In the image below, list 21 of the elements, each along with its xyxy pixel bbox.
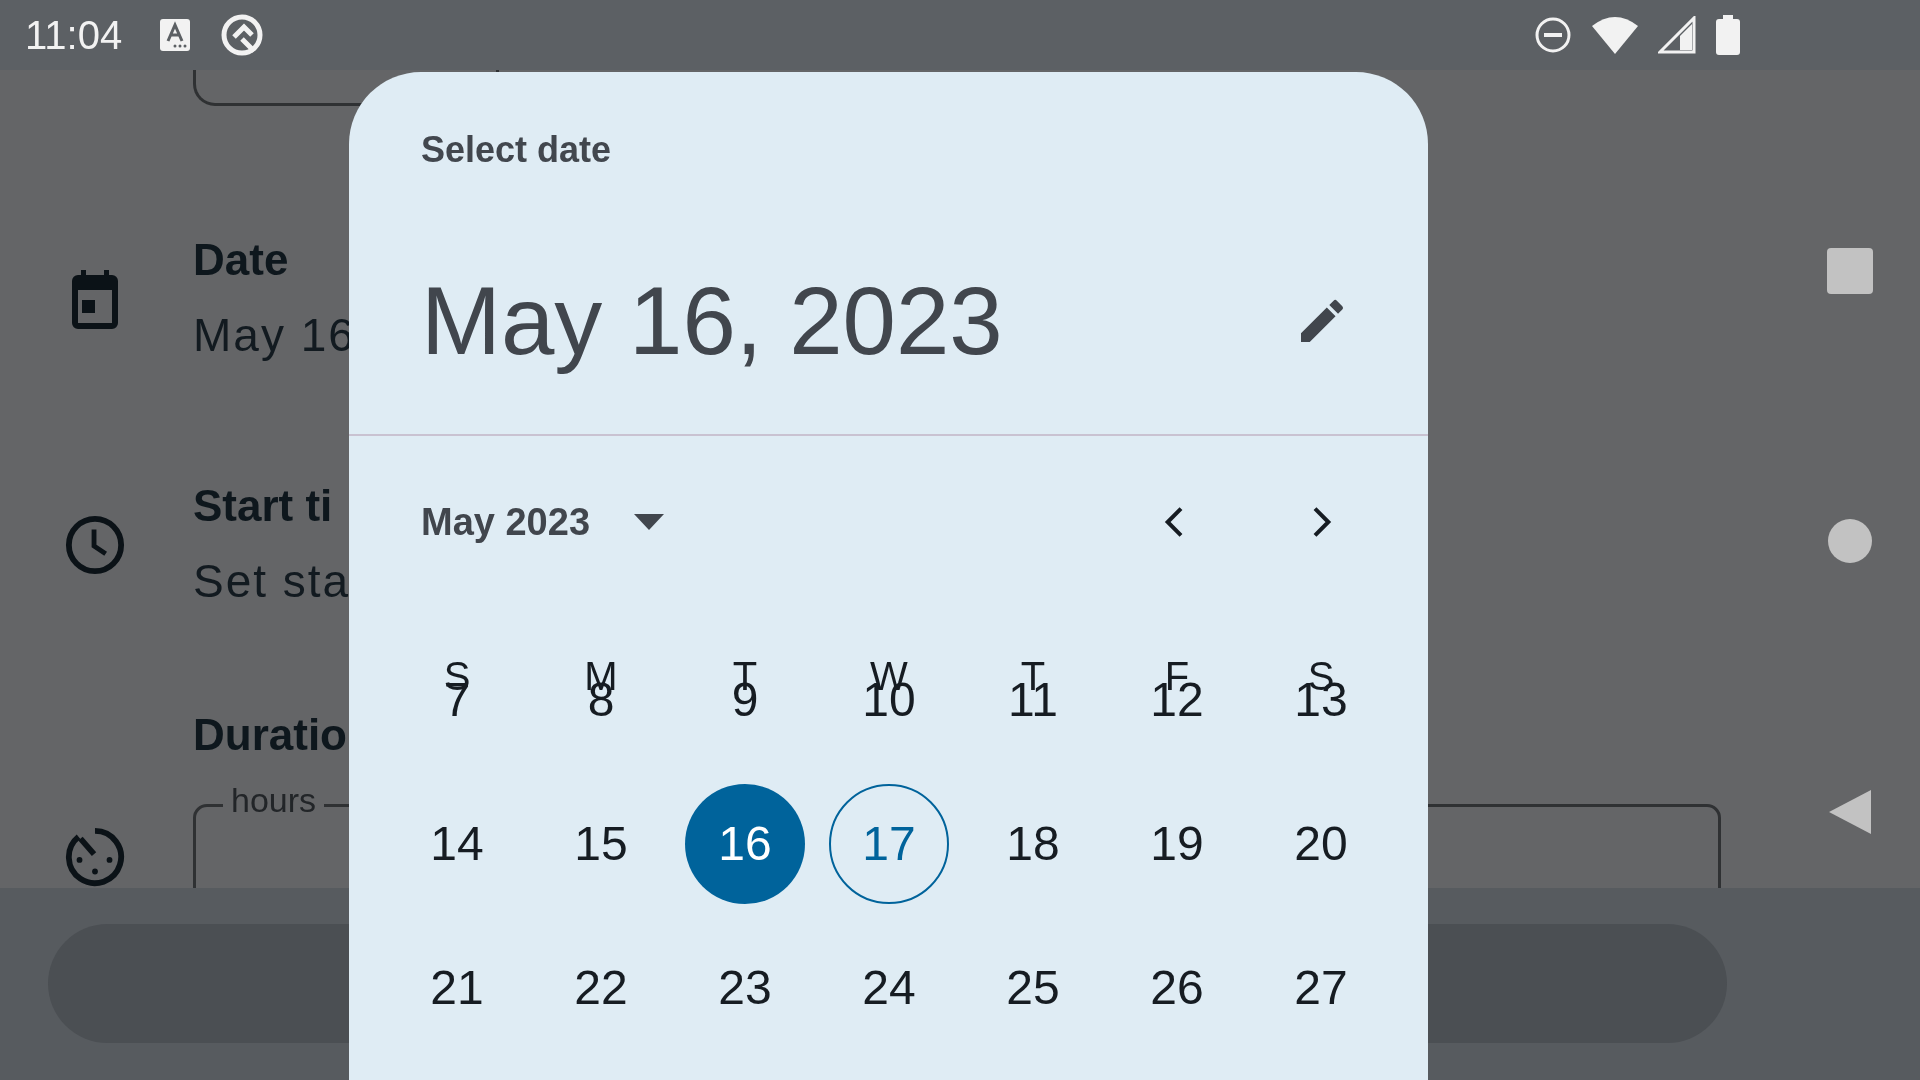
calendar-day[interactable]: 24 [829,928,949,1048]
calendar-day[interactable]: 17 [829,784,949,904]
calendar-day[interactable]: 23 [685,928,805,1048]
calendar-day[interactable]: 20 [1261,784,1381,904]
calendar-day[interactable]: 27 [1261,928,1381,1048]
calendar-day[interactable]: 15 [541,784,661,904]
row-title: Start ti [193,481,333,531]
calendar-day[interactable]: 25 [973,928,1093,1048]
month-dropdown[interactable]: May 2023 [421,500,664,544]
calendar-day[interactable]: 22 [541,928,661,1048]
calendar-day[interactable]: 19 [1117,784,1237,904]
row-title: Duratio [193,710,347,760]
calendar-day[interactable]: 18 [973,784,1093,904]
status-time: 11:04 [25,12,123,58]
row-title: Date [193,235,289,285]
dialog-headline: Select date [421,128,612,172]
calendar-day[interactable]: 16 [685,784,805,904]
selected-date: May 16, 2023 [421,266,1003,376]
calendar-day[interactable]: 21 [397,928,517,1048]
calendar-day[interactable]: 14 [397,784,517,904]
calendar-day[interactable]: 26 [1117,928,1237,1048]
